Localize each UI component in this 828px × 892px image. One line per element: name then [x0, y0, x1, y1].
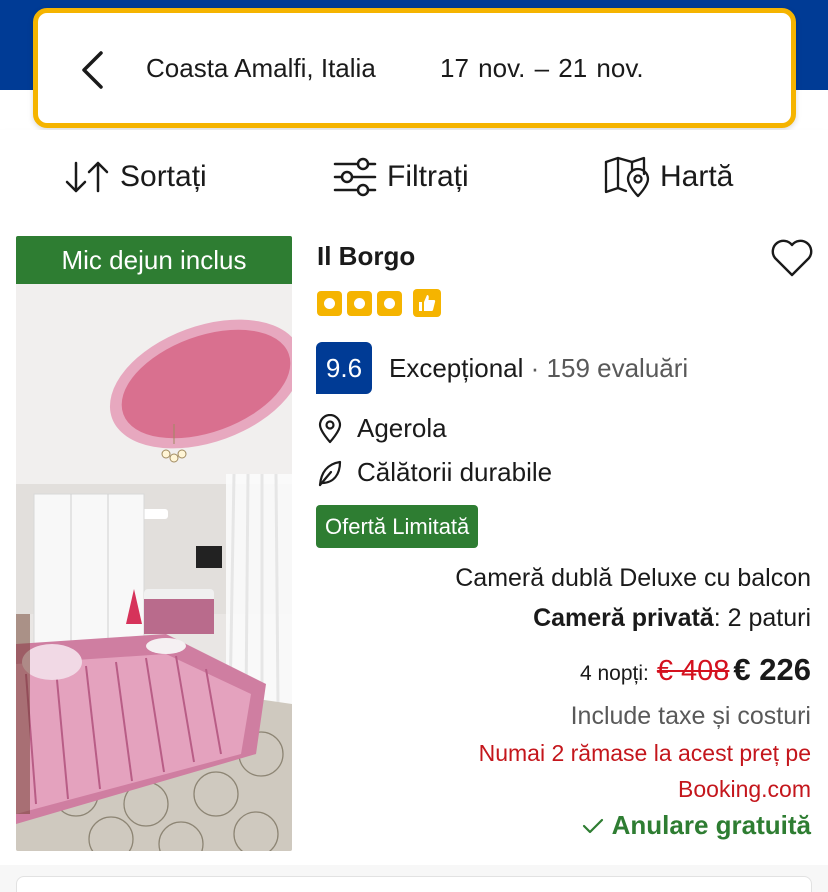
free-cancellation: Anulare gratuită	[582, 810, 811, 841]
scarcity-message-line1: Numai 2 rămase la acest preț pe	[478, 740, 811, 766]
beds-count: : 2 paturi	[713, 604, 811, 632]
back-button[interactable]	[74, 45, 110, 95]
rating-square-icon	[317, 290, 342, 316]
original-price: € 408	[656, 655, 730, 687]
property-photo-container[interactable]: Mic dejun inclus	[16, 236, 292, 851]
map-label: Hartă	[660, 160, 734, 193]
leaf-icon	[318, 460, 342, 486]
heart-icon[interactable]	[770, 238, 814, 278]
taxes-note: Include taxe și costuri	[570, 702, 811, 730]
rating-square-icon	[347, 290, 372, 316]
price-row: 4 nopți: € 408 € 226	[580, 652, 811, 688]
property-name[interactable]: Il Borgo	[317, 241, 415, 272]
map-icon	[604, 156, 650, 198]
property-card[interactable]: Mic dejun inclus Il Borgo 9.6 Excepționa…	[0, 225, 828, 865]
sort-button[interactable]: Sortați	[64, 154, 207, 200]
sustainability-row: Călătorii durabile	[317, 457, 552, 488]
review-count: 159 evaluări	[546, 353, 689, 383]
sort-arrows-icon	[65, 161, 109, 193]
chevron-left-icon	[82, 51, 103, 89]
checkmark-icon	[582, 818, 603, 833]
room-kind: Cameră privată	[533, 604, 714, 632]
sustainability-text: Călătorii durabile	[357, 457, 553, 487]
sort-label: Sortați	[120, 160, 207, 193]
location-text: Agerola	[357, 413, 447, 443]
map-button[interactable]: Hartă	[604, 154, 733, 200]
filter-sliders-icon	[333, 157, 377, 197]
property-photo[interactable]	[16, 284, 292, 851]
nights-label: 4 nopți:	[579, 662, 649, 685]
scarcity-message-line2: Booking.com	[678, 776, 811, 802]
star-rating	[317, 289, 441, 317]
search-destination[interactable]: Coasta Amalfi, Italia	[146, 53, 376, 84]
thumbs-up-icon	[413, 289, 441, 317]
location-pin-icon	[318, 413, 342, 443]
review-summary[interactable]: Excepțional · 159 evaluări	[389, 353, 688, 384]
filter-label: Filtrați	[387, 160, 469, 193]
review-score-badge: 9.6	[316, 342, 372, 394]
review-separator: ·	[523, 353, 547, 383]
current-price: € 226	[733, 652, 811, 687]
review-score-word: Excepțional	[389, 353, 524, 383]
rating-square-icon	[377, 290, 402, 316]
next-property-card[interactable]	[16, 876, 812, 892]
filter-button[interactable]: Filtrați	[333, 154, 469, 200]
search-summary-box[interactable]: Coasta Amalfi, Italia 17 nov. – 21 nov.	[33, 8, 796, 128]
room-beds: Cameră privată: 2 paturi	[533, 604, 811, 633]
limited-offer-badge: Ofertă Limitată	[316, 505, 479, 548]
search-dates[interactable]: 17 nov. – 21 nov.	[440, 53, 644, 84]
room-type: Cameră dublă Deluxe cu balcon	[455, 564, 811, 592]
results-toolbar: Sortați Filtrați Hartă	[0, 130, 828, 225]
breakfast-badge: Mic dejun inclus	[16, 236, 292, 284]
location-row: Agerola	[317, 413, 447, 444]
results-list: Mic dejun inclus Il Borgo 9.6 Excepționa…	[0, 225, 828, 892]
free-cancellation-text: Anulare gratuită	[611, 810, 811, 840]
